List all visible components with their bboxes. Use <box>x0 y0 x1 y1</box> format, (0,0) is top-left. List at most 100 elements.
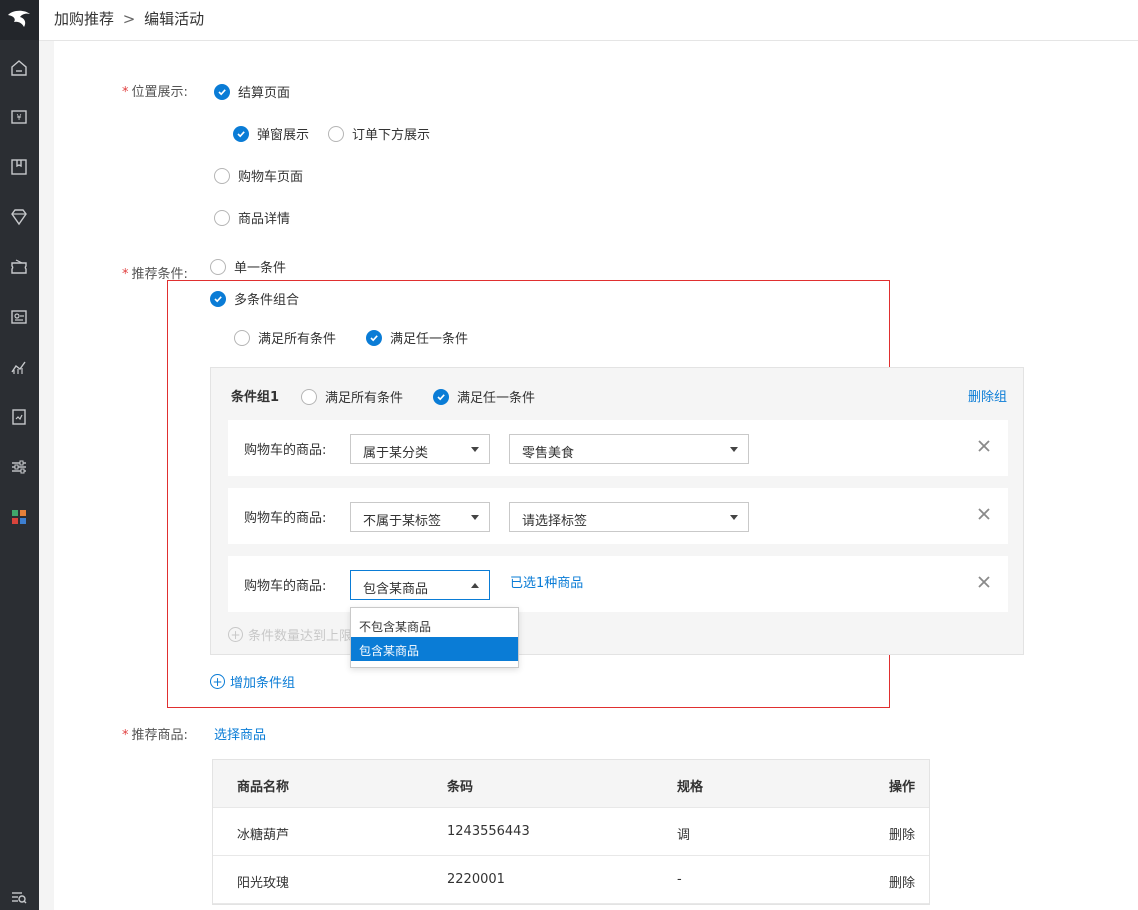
page-header: 加购推荐 > 编辑活动 <box>39 0 1138 41</box>
add-group-button[interactable]: + 增加条件组 <box>210 672 295 691</box>
select-value: 不属于某标签 <box>363 514 442 529</box>
option-label: 满足任一条件 <box>390 332 469 347</box>
column-header: 规格 <box>677 780 704 795</box>
member-card-icon[interactable] <box>9 307 29 327</box>
coupon-icon[interactable] <box>9 257 29 277</box>
dropdown-option-selected[interactable]: 包含某商品 <box>351 637 518 661</box>
chevron-up-icon <box>471 583 479 588</box>
delete-link[interactable]: 删除 <box>889 824 915 843</box>
value-select[interactable]: 零售美食 <box>509 434 749 464</box>
option-popup-display[interactable]: 弹窗展示 <box>233 124 309 143</box>
operator-select[interactable]: 包含某商品 <box>350 570 490 600</box>
settings-sliders-icon[interactable] <box>9 457 29 477</box>
chevron-down-icon <box>730 447 738 452</box>
select-value: 请选择标签 <box>522 514 588 529</box>
table-header: 商品名称 条码 规格 操作 <box>213 760 929 808</box>
radio-unchecked <box>210 258 226 275</box>
condition-row: 购物车的商品: 属于某分类 零售美食 <box>228 420 1008 476</box>
checked-icon <box>210 290 226 307</box>
chevron-down-icon <box>730 515 738 520</box>
diamond-icon[interactable] <box>9 207 29 227</box>
select-products-link[interactable]: 选择商品 <box>214 724 266 743</box>
option-label: 商品详情 <box>238 212 291 227</box>
apps-icon[interactable] <box>9 507 29 527</box>
operator-dropdown: 不包含某商品 包含某商品 <box>350 607 519 668</box>
products-table: 商品名称 条码 规格 操作 冰糖葫芦 1243556443 调 删除 阳光玫瑰 … <box>212 759 930 905</box>
required-mark: * <box>122 85 129 100</box>
select-value: 零售美食 <box>522 446 575 461</box>
home-icon[interactable] <box>9 58 29 78</box>
analytics-icon[interactable] <box>9 357 29 377</box>
required-mark: * <box>122 267 129 282</box>
product-spec: - <box>677 872 682 887</box>
option-checkout-page[interactable]: 结算页面 <box>214 82 290 101</box>
option-product-detail[interactable]: 商品详情 <box>214 208 290 227</box>
dropdown-option[interactable]: 不包含某商品 <box>351 613 518 637</box>
product-spec: 调 <box>677 828 691 843</box>
plus-circle-icon: + <box>228 627 243 642</box>
close-icon[interactable] <box>976 438 992 454</box>
option-label: 订单下方展示 <box>352 128 431 143</box>
condition-row: 购物车的商品: 不属于某标签 请选择标签 <box>228 488 1008 544</box>
radio-unchecked <box>214 167 230 184</box>
breadcrumb-current: 编辑活动 <box>144 10 205 28</box>
checked-icon <box>433 388 449 405</box>
logo-icon[interactable] <box>0 0 39 40</box>
search-list-icon[interactable] <box>9 887 29 907</box>
required-mark: * <box>122 728 129 743</box>
group-option-match-any[interactable]: 满足任一条件 <box>433 387 535 406</box>
limit-text: 条件数量达到上限 <box>248 629 353 644</box>
products-label: * 推荐商品: <box>122 728 188 743</box>
radio-unchecked <box>301 388 317 405</box>
radio-unchecked <box>214 209 230 226</box>
close-icon[interactable] <box>976 506 992 522</box>
delete-group-link[interactable]: 删除组 <box>968 386 1007 405</box>
breadcrumb-parent[interactable]: 加购推荐 <box>54 10 114 28</box>
delete-link[interactable]: 删除 <box>889 872 915 891</box>
operator-select[interactable]: 不属于某标签 <box>350 502 490 532</box>
select-value: 属于某分类 <box>363 446 429 461</box>
chevron-down-icon <box>471 515 479 520</box>
checked-icon <box>366 329 382 346</box>
option-label: 弹窗展示 <box>257 128 310 143</box>
product-barcode: 1243556443 <box>447 824 530 839</box>
option-match-any[interactable]: 满足任一条件 <box>366 328 468 347</box>
option-label: 多条件组合 <box>234 293 300 308</box>
row-label: 购物车的商品: <box>244 579 327 594</box>
option-label: 单一条件 <box>234 261 287 276</box>
option-label: 购物车页面 <box>238 170 304 185</box>
radio-unchecked <box>328 125 344 142</box>
report-icon[interactable] <box>9 407 29 427</box>
package-icon[interactable] <box>9 157 29 177</box>
close-icon[interactable] <box>976 574 992 590</box>
tag-select[interactable]: 请选择标签 <box>509 502 749 532</box>
row-label: 购物车的商品: <box>244 443 327 458</box>
chevron-down-icon <box>471 447 479 452</box>
operator-select[interactable]: 属于某分类 <box>350 434 490 464</box>
condition-row: 购物车的商品: 包含某商品 已选1种商品 <box>228 556 1008 612</box>
select-value: 包含某商品 <box>363 582 429 597</box>
selected-products-link[interactable]: 已选1种商品 <box>510 572 583 591</box>
option-below-order[interactable]: 订单下方展示 <box>328 124 430 143</box>
svg-text:¥: ¥ <box>16 113 21 122</box>
option-single-condition[interactable]: 单一条件 <box>210 257 286 276</box>
option-cart-page[interactable]: 购物车页面 <box>214 166 303 185</box>
table-row: 冰糖葫芦 1243556443 调 删除 <box>213 808 929 856</box>
content-gutter <box>39 41 54 910</box>
add-group-label: 增加条件组 <box>230 676 296 691</box>
option-match-all[interactable]: 满足所有条件 <box>234 328 336 347</box>
group-option-match-all[interactable]: 满足所有条件 <box>301 387 403 406</box>
checked-icon <box>214 83 230 100</box>
radio-unchecked <box>234 329 250 346</box>
option-label: 结算页面 <box>238 86 291 101</box>
option-label: 满足任一条件 <box>457 391 536 406</box>
product-barcode: 2220001 <box>447 872 505 887</box>
position-label: * 位置展示: <box>122 85 188 100</box>
breadcrumb-separator: > <box>122 10 136 28</box>
product-name: 冰糖葫芦 <box>237 828 290 843</box>
column-header: 条码 <box>447 780 474 795</box>
option-multi-condition[interactable]: 多条件组合 <box>210 289 299 308</box>
checked-icon <box>233 125 249 142</box>
breadcrumb: 加购推荐 > 编辑活动 <box>54 8 204 29</box>
finance-icon[interactable]: ¥ <box>9 107 29 127</box>
